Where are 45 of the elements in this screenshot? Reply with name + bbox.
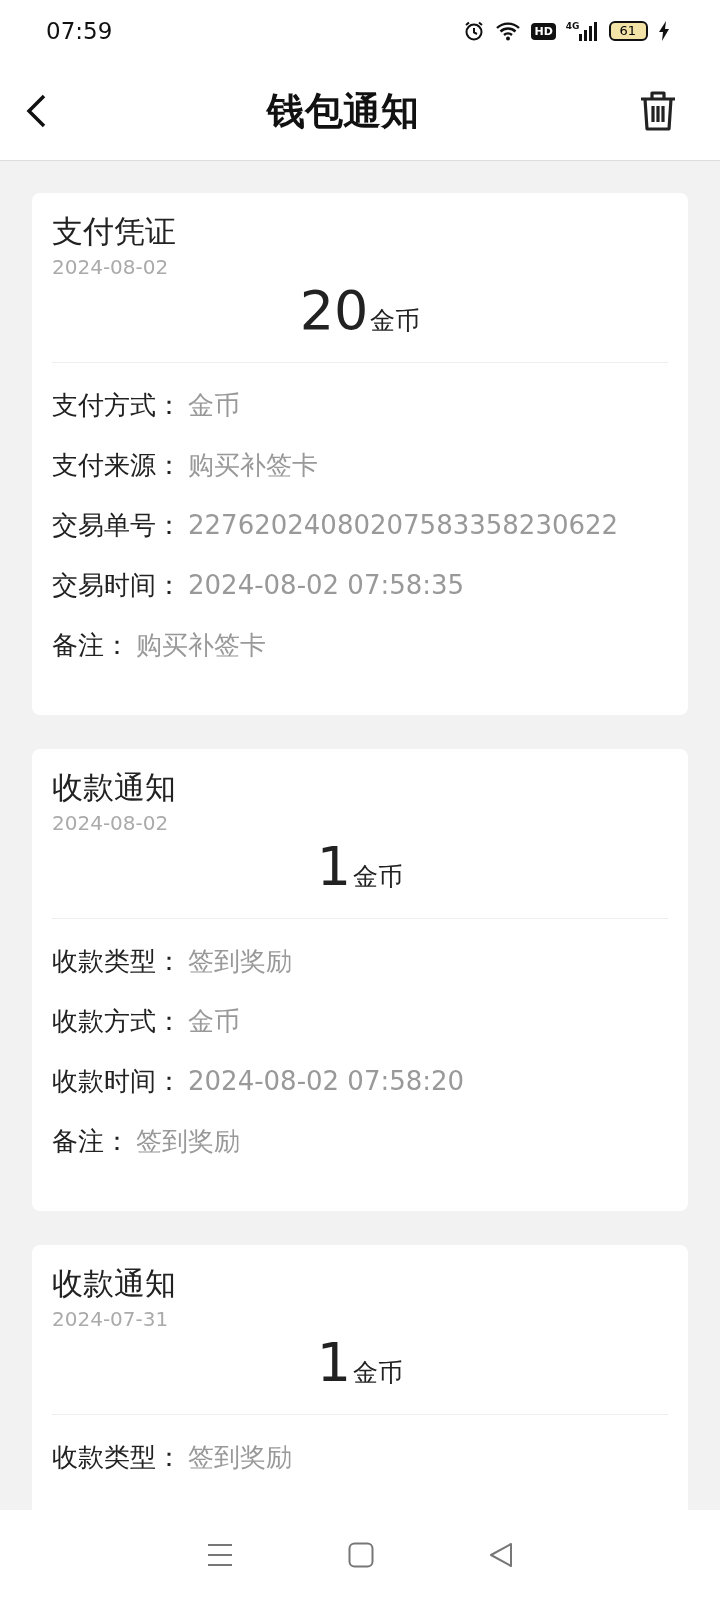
field-label: 备注： (52, 1125, 130, 1158)
back-icon[interactable] (24, 93, 48, 129)
home-icon[interactable] (348, 1542, 374, 1568)
field-value: 签到奖励 (188, 945, 292, 978)
charging-icon (658, 21, 670, 41)
amount-unit: 金币 (370, 305, 421, 337)
card-title: 收款通知 (52, 768, 176, 807)
card-date: 2024-08-02 (52, 811, 169, 835)
field-label: 备注： (52, 629, 130, 662)
amount-unit: 金币 (353, 1357, 404, 1389)
network-label: 4G (565, 21, 580, 31)
field-label: 收款类型： (52, 1441, 182, 1474)
card-title: 收款通知 (52, 1264, 176, 1303)
field-value: 签到奖励 (136, 1125, 240, 1158)
menu-icon[interactable] (207, 1543, 234, 1567)
field-value: 金币 (188, 389, 240, 422)
card-date: 2024-08-02 (52, 255, 169, 279)
field-label: 收款方式： (52, 1005, 182, 1038)
back-nav-icon[interactable] (488, 1542, 513, 1568)
field-label: 交易时间： (52, 569, 182, 602)
field-label: 收款类型： (52, 945, 182, 978)
wifi-icon (495, 21, 522, 41)
amount-value: 20 (299, 279, 369, 342)
page-title: 钱包通知 (267, 87, 419, 135)
field-label: 收款时间： (52, 1065, 182, 1098)
trash-icon[interactable] (638, 89, 678, 133)
card-title: 支付凭证 (52, 212, 176, 251)
field-value: 金币 (188, 1005, 240, 1038)
signal-icon (579, 21, 600, 41)
card-date: 2024-07-31 (52, 1307, 169, 1331)
field-label: 支付方式： (52, 389, 182, 422)
field-value: 购买补签卡 (188, 449, 318, 482)
field-value: 22762024080207583358230622 (188, 509, 619, 542)
hd-badge: HD (531, 22, 556, 40)
field-value: 签到奖励 (188, 1441, 292, 1474)
field-value: 2024-08-02 07:58:20 (188, 1065, 465, 1098)
field-value: 购买补签卡 (136, 629, 266, 662)
field-value: 2024-08-02 07:58:35 (188, 569, 465, 602)
amount-unit: 金币 (353, 861, 404, 893)
field-label: 支付来源： (52, 449, 182, 482)
field-label: 交易单号： (52, 509, 182, 542)
battery-indicator: 61 (609, 21, 648, 41)
amount-value: 1 (316, 1331, 352, 1394)
status-time: 07:59 (46, 18, 113, 44)
amount-value: 1 (316, 835, 352, 898)
